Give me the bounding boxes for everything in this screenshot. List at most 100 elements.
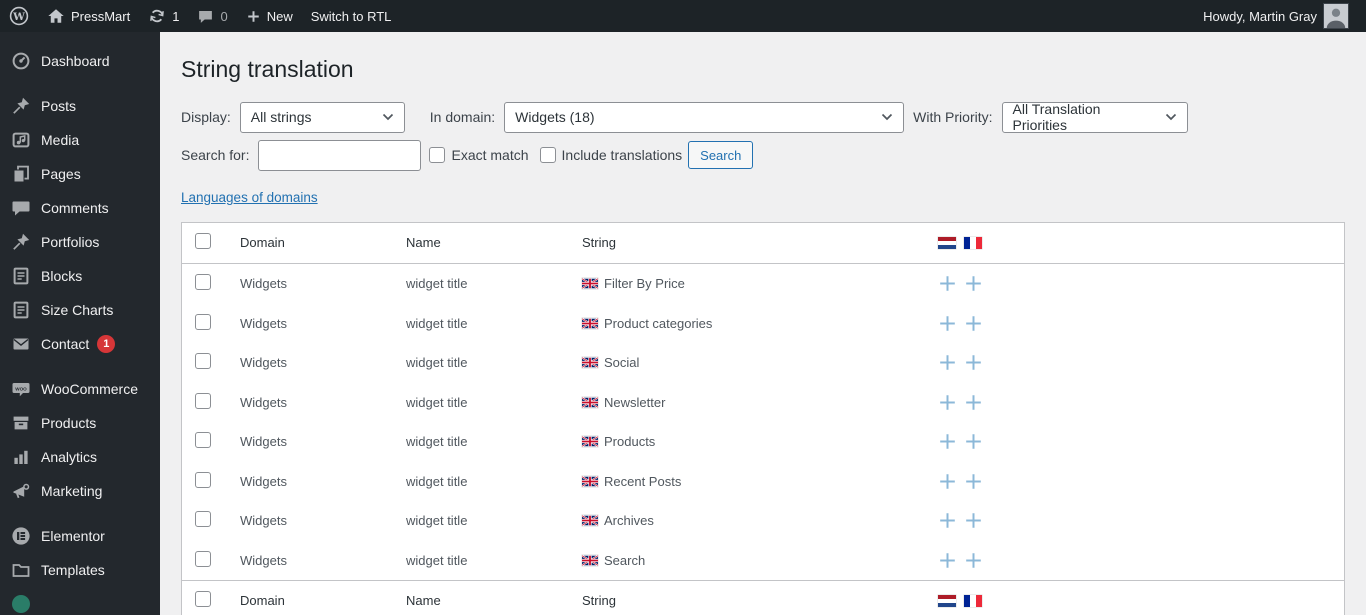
sidebar-item-blocks[interactable]: Blocks (0, 259, 160, 293)
table-row: Widgets widget title Archives (182, 501, 1344, 541)
add-translation-fr-button[interactable] (965, 354, 982, 371)
string-text: Filter By Price (604, 276, 685, 292)
add-translation-fr-button[interactable] (965, 433, 982, 450)
fr-flag-icon (964, 236, 982, 249)
add-translation-fr-button[interactable] (965, 394, 982, 411)
sidebar-item-comments[interactable]: Comments (0, 191, 160, 225)
sidebar-item-marketing[interactable]: Marketing (0, 474, 160, 508)
add-translation-fr-button[interactable] (965, 552, 982, 569)
add-translation-fr-button[interactable] (965, 512, 982, 529)
table-header-row: Domain Name String (182, 223, 1344, 264)
sidebar-item-size-charts[interactable]: Size Charts (0, 293, 160, 327)
name-cell: widget title (406, 315, 468, 331)
string-column-header: String (582, 593, 616, 609)
string-translation-table: Domain Name String Widgets widget title Fi… (181, 221, 1345, 615)
search-input[interactable] (258, 139, 422, 171)
sidebar-item-dashboard[interactable]: Dashboard (0, 44, 160, 78)
sidebar-item-contact[interactable]: Contact 1 (0, 327, 160, 361)
add-translation-fr-button[interactable] (965, 275, 982, 292)
select-all-checkbox[interactable] (195, 591, 211, 608)
megaphone-icon (11, 481, 31, 501)
sidebar-item-plugin[interactable] (0, 587, 160, 615)
notification-badge: 1 (97, 335, 116, 353)
row-checkbox[interactable] (195, 550, 211, 567)
row-checkbox[interactable] (195, 392, 211, 409)
my-account-menu[interactable]: Howdy, Martin Gray (1194, 0, 1358, 32)
with-priority-label: With Priority: (913, 109, 993, 126)
sidebar-item-label: Marketing (41, 483, 103, 499)
filters-row: Display: All strings In domain: Widgets … (181, 101, 1345, 133)
add-translation-fr-button[interactable] (965, 473, 982, 490)
folder-icon (11, 560, 31, 580)
elementor-icon (11, 526, 31, 546)
admin-bar: W PressMart 1 0 New Switch to RTL Howdy,… (0, 0, 1366, 32)
uk-flag-icon (582, 278, 598, 290)
row-checkbox[interactable] (195, 511, 211, 528)
comment-bubble-icon (197, 8, 214, 25)
add-translation-nl-button[interactable] (939, 473, 956, 490)
site-name-label: PressMart (71, 8, 131, 24)
sidebar-item-label: Contact (41, 336, 90, 352)
sidebar-group: Posts Media Pages Comments Portfolios Blocks S… (0, 89, 160, 361)
string-cell: Social (570, 355, 934, 370)
exact-match-checkbox[interactable] (429, 147, 446, 164)
include-translations-label: Include translations (561, 147, 683, 164)
add-translation-nl-button[interactable] (939, 512, 956, 529)
add-translation-nl-button[interactable] (939, 275, 956, 292)
document-icon (11, 266, 31, 286)
bar-chart-icon (11, 447, 31, 467)
sidebar-item-elementor[interactable]: Elementor (0, 519, 160, 553)
dashboard-icon (11, 51, 31, 71)
search-button[interactable]: Search (688, 141, 754, 170)
row-checkbox[interactable] (195, 274, 211, 291)
string-cell: Newsletter (570, 395, 934, 410)
string-text: Products (604, 434, 656, 450)
sidebar-item-label: Media (41, 132, 80, 148)
add-translation-nl-button[interactable] (939, 354, 956, 371)
sidebar-item-portfolios[interactable]: Portfolios (0, 225, 160, 259)
row-checkbox[interactable] (195, 353, 211, 370)
domain-column-header: Domain (240, 593, 285, 609)
sidebar-item-pages[interactable]: Pages (0, 157, 160, 191)
site-name-menu[interactable]: PressMart (38, 0, 139, 32)
new-label: New (266, 8, 293, 24)
in-domain-select-value: Widgets (18) (515, 109, 595, 126)
row-checkbox[interactable] (195, 432, 211, 449)
sidebar-group: WOO WooCommerce Products Analytics Marketing (0, 372, 160, 508)
add-translation-nl-button[interactable] (939, 552, 956, 569)
sidebar-item-templates[interactable]: Templates (0, 553, 160, 587)
updates-menu[interactable]: 1 (139, 0, 188, 32)
sidebar-item-products[interactable]: Products (0, 406, 160, 440)
add-translation-nl-button[interactable] (939, 315, 956, 332)
pages-icon (11, 164, 31, 184)
table-row: Widgets widget title Product categories (182, 303, 1344, 343)
uk-flag-icon (582, 475, 598, 487)
sidebar-item-label: Pages (41, 166, 81, 182)
wordpress-logo-menu[interactable]: W (0, 0, 38, 32)
new-content-menu[interactable]: New (237, 0, 302, 32)
priority-select[interactable]: All Translation Priorities (1001, 101, 1188, 133)
add-translation-nl-button[interactable] (939, 394, 956, 411)
comments-menu[interactable]: 0 (188, 0, 236, 32)
row-checkbox[interactable] (195, 471, 211, 488)
domain-cell: Widgets (240, 394, 287, 410)
sidebar-item-posts[interactable]: Posts (0, 89, 160, 123)
select-all-checkbox[interactable] (195, 233, 211, 250)
row-checkbox[interactable] (195, 313, 211, 330)
sidebar-item-analytics[interactable]: Analytics (0, 440, 160, 474)
plus-icon (246, 9, 261, 24)
name-cell: widget title (406, 276, 468, 292)
media-icon (11, 130, 31, 150)
include-translations-checkbox[interactable] (539, 147, 556, 164)
in-domain-select[interactable]: Widgets (18) (504, 101, 905, 133)
domain-cell: Widgets (240, 473, 287, 489)
add-translation-fr-button[interactable] (965, 315, 982, 332)
add-translation-nl-button[interactable] (939, 433, 956, 450)
sidebar-item-woocommerce[interactable]: WOO WooCommerce (0, 372, 160, 406)
sidebar-item-label: Analytics (41, 449, 98, 465)
languages-of-domains-link[interactable]: Languages of domains (181, 190, 318, 205)
display-select[interactable]: All strings (239, 101, 405, 133)
sidebar-item-media[interactable]: Media (0, 123, 160, 157)
switch-to-rtl-button[interactable]: Switch to RTL (302, 0, 401, 32)
admin-sidebar: Dashboard Posts Media Pages Comments Portfoli… (0, 32, 160, 615)
